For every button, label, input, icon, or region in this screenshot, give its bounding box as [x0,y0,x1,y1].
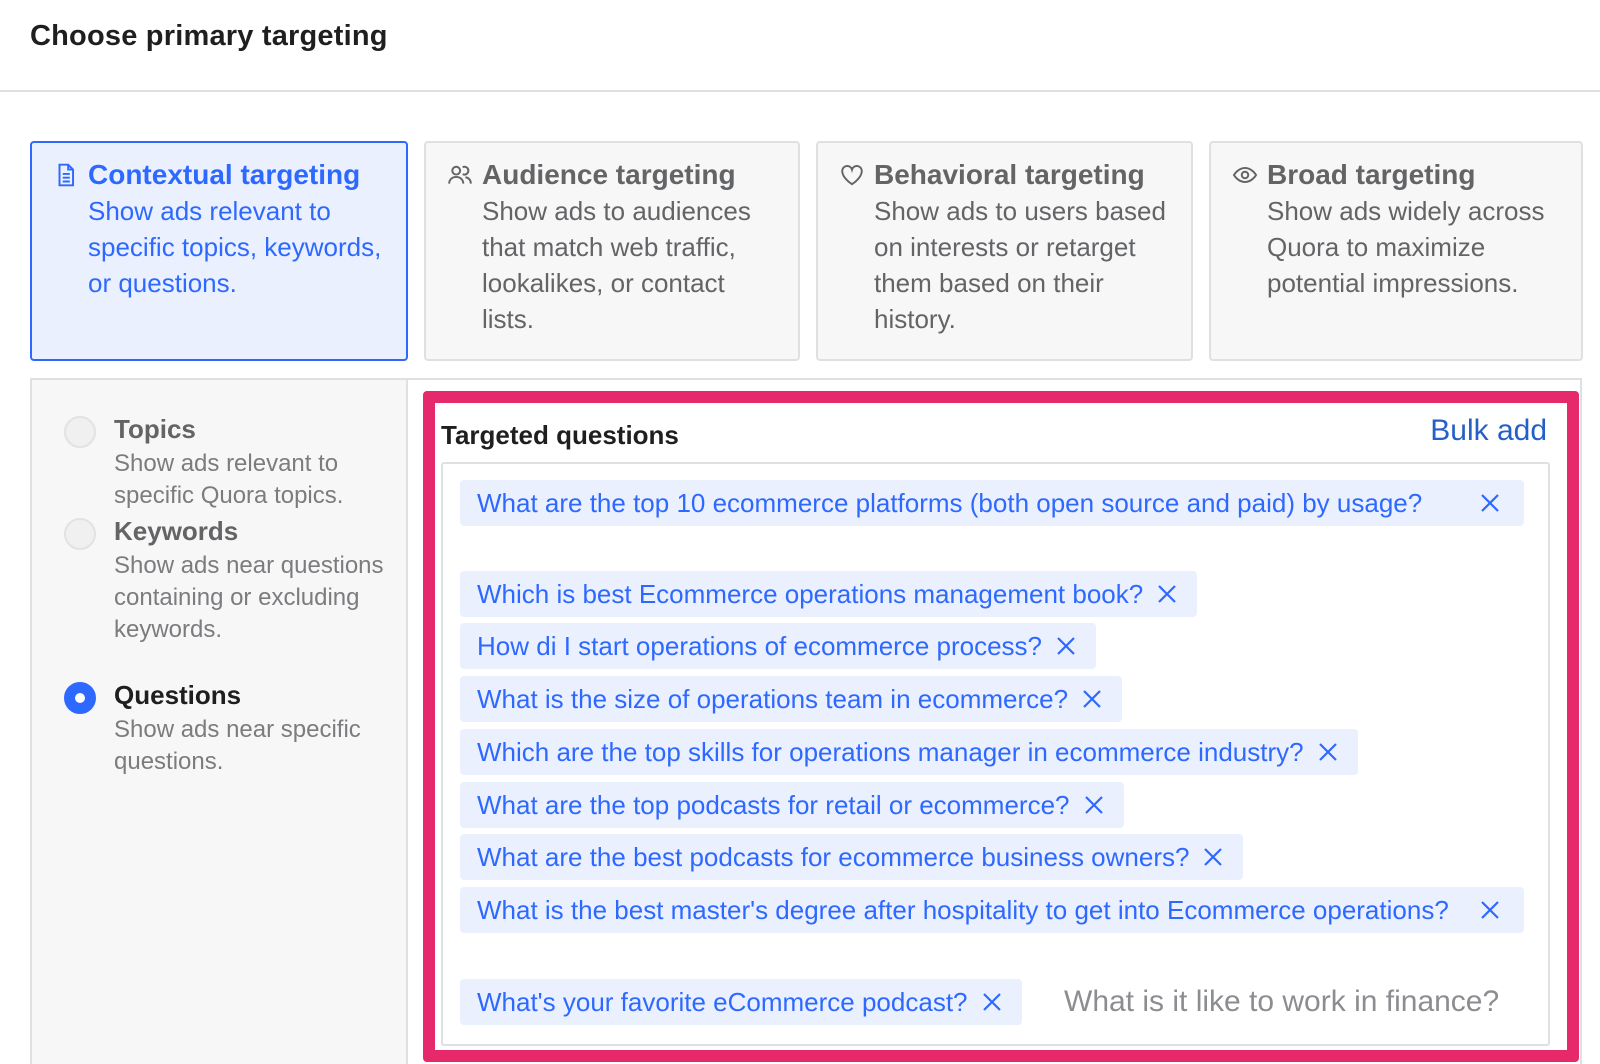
question-text: What's your favorite eCommerce podcast? [477,987,968,1017]
document-icon [52,161,80,189]
question-tag: What are the top 10 ecommerce platforms … [460,480,1524,526]
close-icon[interactable] [1052,632,1080,660]
bulk-add-link[interactable]: Bulk add [1430,414,1547,448]
close-icon[interactable] [1476,896,1504,924]
option-description: Show ads near questions containing or ex… [114,552,384,643]
question-text: What is the size of operations team in e… [477,684,1069,714]
card-behavioral-targeting[interactable]: Behavioral targeting Show ads to users b… [816,141,1193,361]
card-audience-targeting[interactable]: Audience targeting Show ads to audiences… [424,141,800,361]
question-tag: What are the top podcasts for retail or … [460,782,1124,828]
card-broad-targeting[interactable]: Broad targeting Show ads widely across Q… [1209,141,1583,361]
card-title: Behavioral targeting [874,159,1145,190]
question-tag: How di I start operations of ecommerce p… [460,623,1097,669]
radio-topics[interactable] [64,416,96,448]
option-title: Keywords [114,516,239,546]
card-description: Show ads to users based on interests or … [874,196,1166,334]
question-tag: What's your favorite eCommerce podcast? [460,979,1022,1025]
card-description: Show ads widely across Quora to maximize… [1267,196,1545,298]
question-tag: What are the best podcasts for ecommerce… [460,834,1244,880]
targeted-questions-title: Targeted questions [441,420,679,450]
option-description: Show ads near specific questions. [114,716,361,775]
card-contextual-targeting[interactable]: Contextual targeting Show ads relevant t… [30,141,408,361]
card-title: Broad targeting [1267,159,1476,190]
question-text: How di I start operations of ecommerce p… [477,631,1043,661]
page-header: Choose primary targeting [0,0,1600,92]
close-icon[interactable] [1078,685,1106,713]
question-tag: What is the size of operations team in e… [460,676,1123,722]
question-tag: What is the best master's degree after h… [460,887,1524,933]
card-title: Contextual targeting [88,159,361,190]
question-text: What are the top 10 ecommerce platforms … [477,488,1423,518]
question-text: What are the best podcasts for ecommerce… [477,842,1190,872]
page-title: Choose primary targeting [30,20,388,52]
close-icon[interactable] [1153,580,1181,608]
heart-icon [838,161,866,189]
close-icon[interactable] [1476,489,1504,517]
close-icon[interactable] [1080,791,1108,819]
eye-icon [1231,161,1259,189]
radio-keywords[interactable] [64,518,96,550]
question-text: What are the top podcasts for retail or … [477,790,1070,820]
question-tag: Which are the top skills for operations … [460,729,1358,775]
targeting-options-panel: Topics Show ads relevant to specific Quo… [30,378,408,1064]
card-title: Audience targeting [482,159,736,190]
card-description: Show ads to audiences that match web tra… [482,196,751,334]
option-title: Questions [114,680,242,710]
option-title: Topics [114,414,196,444]
radio-questions[interactable] [64,682,96,714]
people-icon [446,161,474,189]
question-text: What is the best master's degree after h… [477,895,1449,925]
question-text: Which is best Ecommerce operations manag… [477,579,1144,609]
option-description: Show ads relevant to specific Quora topi… [114,450,344,509]
close-icon[interactable] [1314,738,1342,766]
question-tag: Which is best Ecommerce operations manag… [460,571,1198,617]
card-description: Show ads relevant to specific topics, ke… [88,196,382,298]
close-icon[interactable] [1199,843,1227,871]
close-icon[interactable] [978,988,1006,1016]
question-input[interactable] [1064,979,1544,1025]
question-text: Which are the top skills for operations … [477,737,1304,767]
